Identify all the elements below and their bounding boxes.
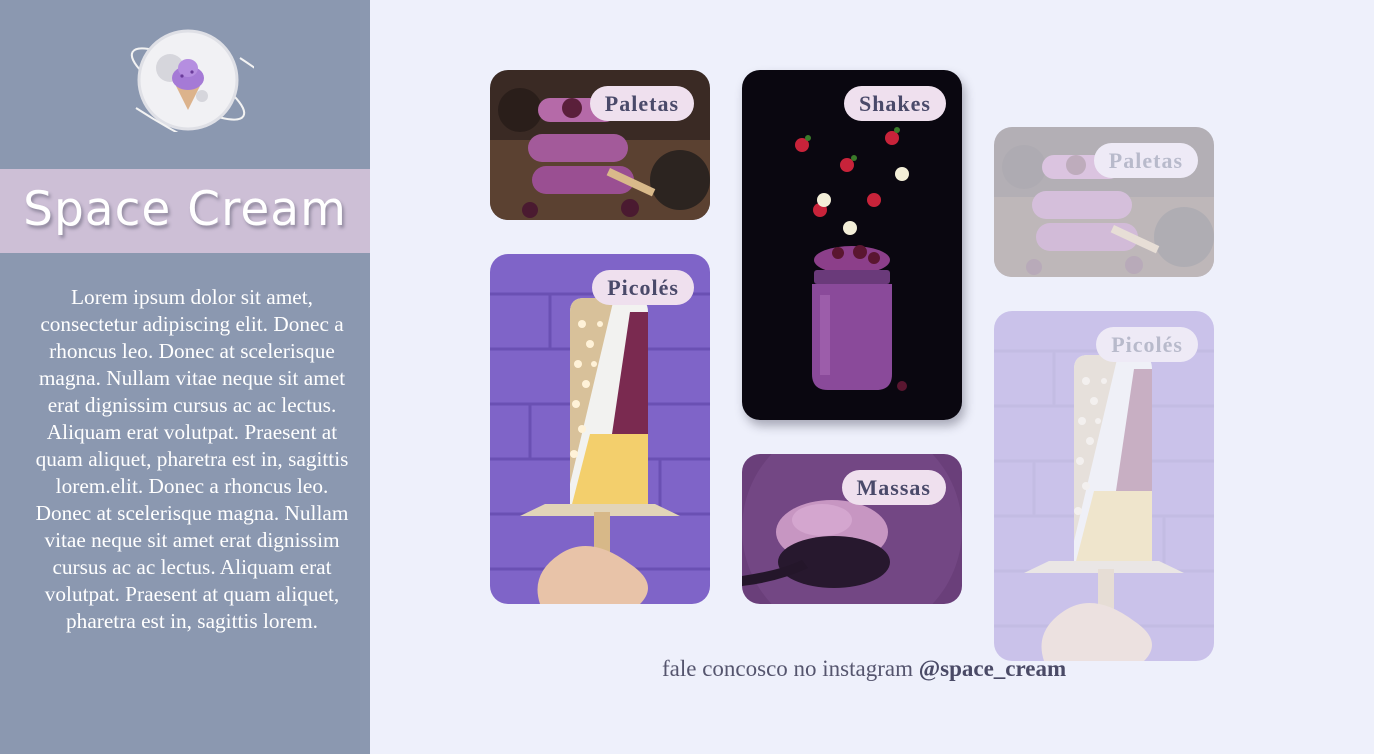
brand-title: Space Cream [23,182,347,237]
card-paletas[interactable]: Paletas [490,70,710,220]
card-paletas-faded[interactable]: Paletas [994,127,1214,277]
card-label: Shakes [843,86,946,121]
footer-text: fale concosco no instagram [662,656,913,681]
card-label: Massas [841,470,946,505]
card-picoles[interactable]: Picolés [490,254,710,604]
shake-jar-photo [742,70,962,420]
instagram-handle-link[interactable]: @space_cream [919,656,1066,681]
card-label: Paletas [1093,143,1198,178]
intro-text: Lorem ipsum dolor sit amet, consectetur … [35,285,349,633]
footer: fale concosco no instagram @space_cream [662,656,1066,682]
card-picoles-faded[interactable]: Picolés [994,311,1214,661]
ice-cream-planet-icon[interactable] [122,28,254,132]
card-label: Picolés [1096,327,1198,362]
popsicle-hand-photo [994,311,1214,661]
card-label: Paletas [589,86,694,121]
card-massas[interactable]: Massas [742,454,962,604]
popsicle-hand-photo [490,254,710,604]
card-shakes[interactable]: Shakes [742,70,962,420]
sidebar: Space Cream Lorem ipsum dolor sit amet, … [0,0,370,754]
card-label: Picolés [592,270,694,305]
